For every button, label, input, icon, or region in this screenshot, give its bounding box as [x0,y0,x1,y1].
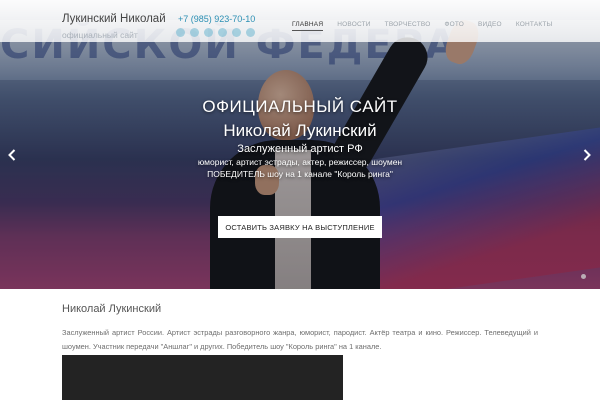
booking-request-button[interactable]: Оставить заявку на выступление [218,216,382,238]
nav-item-video[interactable]: Видео [478,21,502,28]
facebook-icon[interactable] [190,28,199,37]
chevron-left-icon[interactable] [8,149,16,163]
nav-item-contacts[interactable]: Контакты [516,21,553,28]
hero-winner-text: ПОБЕДИТЕЛЬ шоу на 1 канале "Король ринга… [207,169,393,179]
social-links [176,28,255,37]
hero-heading: ОФИЦИАЛЬНЫЙ САЙТ [202,97,398,116]
site-title[interactable]: Лукинский Николай [62,13,166,25]
video-player[interactable] [62,355,343,400]
site-subtitle: официальный сайт [62,30,138,40]
bio-paragraph: Заслуженный артист России. Артист эстрад… [62,328,538,351]
section-title: Николай Лукинский [62,303,162,315]
hero-title: Заслуженный артист РФ [237,143,363,155]
odnoklassniki-icon[interactable] [218,28,227,37]
nav-item-photo[interactable]: Фото [444,21,464,28]
vk-icon[interactable] [176,28,185,37]
youtube-icon[interactable] [246,28,255,37]
slider-pagination-dot[interactable] [581,274,586,279]
nav-item-creativity[interactable]: Творчество [385,21,431,28]
hero-name: Николай Лукинский [223,121,377,140]
hero-slider: СИЙСКОЙ ФЕДЕРА ОФИЦИАЛЬНЫЙ САЙТ Николай … [0,0,600,289]
main-nav: Главная Новости Творчество Фото Видео Ко… [292,21,566,31]
hero-roles: юморист, артист эстрады, актер, режиссер… [197,157,403,167]
nav-item-home[interactable]: Главная [292,21,324,31]
instagram-icon[interactable] [232,28,241,37]
nav-item-news[interactable]: Новости [337,21,370,28]
site-header: Лукинский Николай официальный сайт +7 (9… [0,0,600,42]
chevron-right-icon[interactable] [583,149,591,163]
twitter-icon[interactable] [204,28,213,37]
phone-number[interactable]: +7 (985) 923-70-10 [178,14,255,24]
